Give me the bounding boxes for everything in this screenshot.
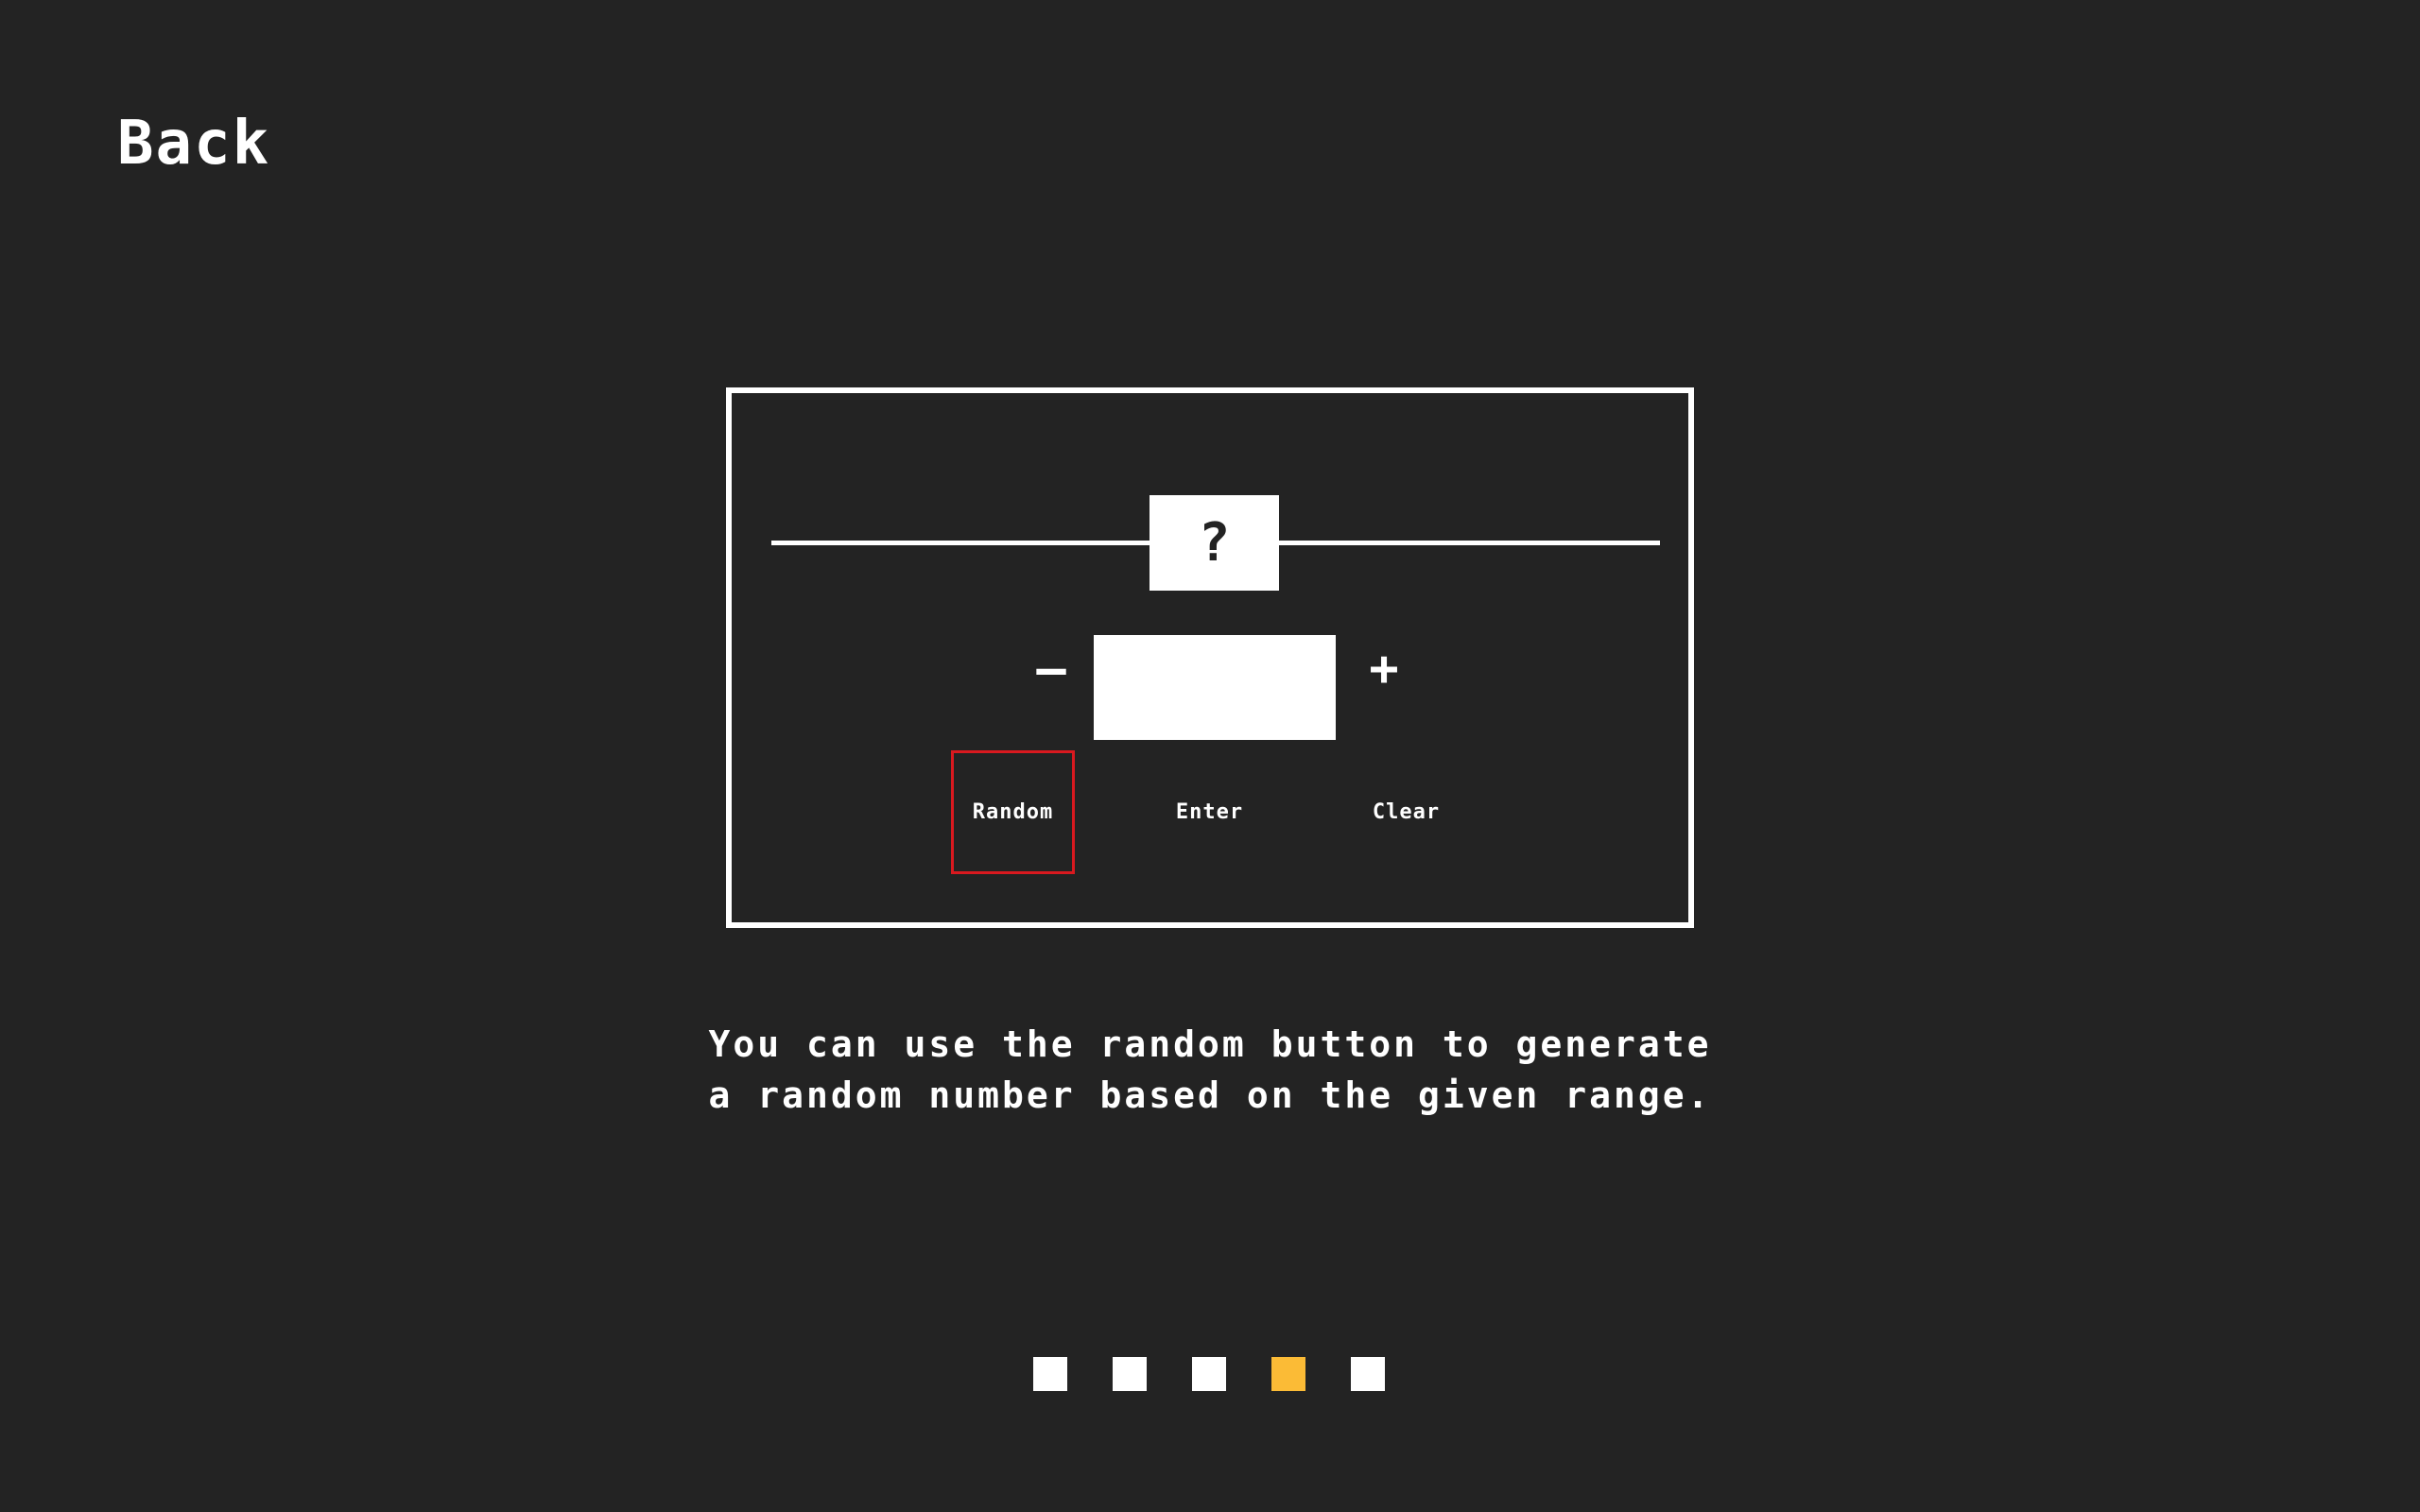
page-dot-2[interactable] [1113, 1357, 1147, 1391]
increment-button[interactable]: + [1356, 641, 1412, 697]
random-button[interactable]: Random [951, 750, 1075, 874]
tutorial-caption: You can use the random button to generat… [0, 1019, 2420, 1121]
page-dot-3[interactable] [1192, 1357, 1226, 1391]
clear-button[interactable]: Clear [1344, 750, 1468, 874]
back-button[interactable]: Back [117, 106, 270, 181]
page-dot-4[interactable] [1271, 1357, 1305, 1391]
hidden-number-box: ? [1150, 495, 1279, 591]
game-preview-panel: ? – + Random Enter Clear [726, 387, 1694, 928]
caption-line-2: a random number based on the given range… [708, 1074, 1712, 1116]
caption-line-1: You can use the random button to generat… [708, 1023, 1712, 1065]
number-input[interactable] [1094, 635, 1336, 740]
page-dot-1[interactable] [1033, 1357, 1067, 1391]
decrement-button[interactable]: – [1023, 641, 1080, 697]
page-dot-5[interactable] [1351, 1357, 1385, 1391]
enter-button[interactable]: Enter [1148, 750, 1271, 874]
